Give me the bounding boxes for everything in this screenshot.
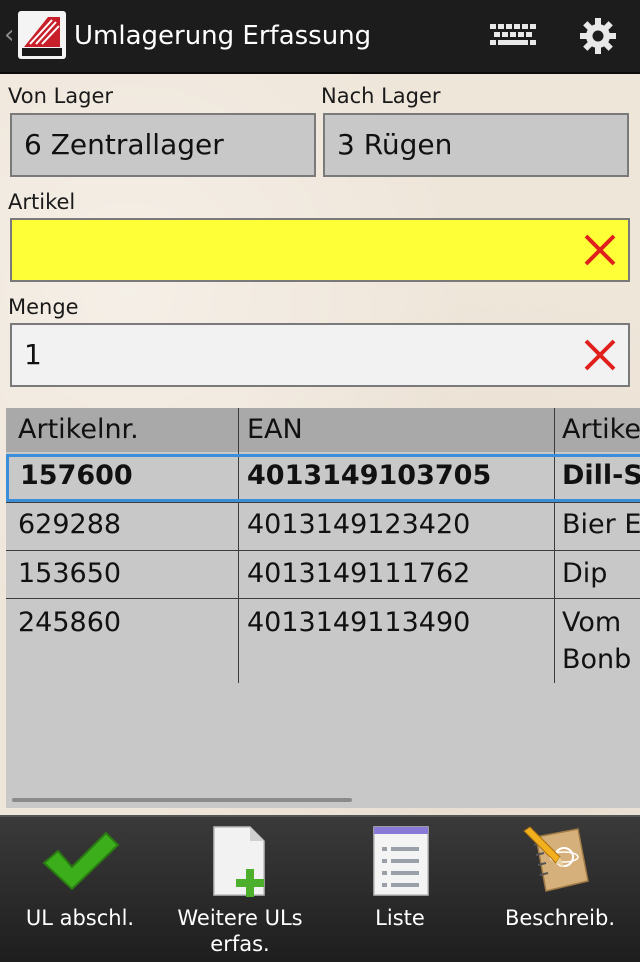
artikel-label: Artikel [8,190,76,214]
app-logo[interactable] [18,11,66,59]
beschreibung-button[interactable]: Beschreib. [480,817,640,962]
cosys-logo-icon [22,17,62,56]
beschreibung-label: Beschreib. [504,906,616,930]
new-document-icon [213,826,265,897]
cell-ean: 4013149111762 [247,558,471,589]
header-artikelnr[interactable]: Artikelnr. [18,414,139,445]
menge-input-value: 1 [24,338,42,371]
table-header: Artikelnr. EAN Artikel [6,408,640,452]
cell-ean: 4013149103705 [247,460,492,491]
articles-table[interactable]: Artikelnr. EAN Artikel 157600 4013149103… [6,408,640,808]
cell-artikel-line2: Bonb [562,644,632,675]
cell-artikelnr: 153650 [18,558,122,589]
cell-artikel: Dip [562,558,608,589]
list-document-icon [373,826,429,896]
page-title: Umlagerung Erfassung [74,21,372,51]
liste-label: Liste [375,906,425,930]
ul-abschliessen-label: UL abschl. [25,906,135,930]
von-lager-label: Von Lager [8,84,114,108]
clear-menge-icon[interactable] [580,335,620,375]
cell-artikelnr: 157600 [20,460,133,491]
header-artikel[interactable]: Artikel [562,414,640,445]
clear-artikel-icon[interactable] [580,230,620,270]
cell-artikelnr: 629288 [18,509,122,540]
weitere-uls-label-line2: erfas. [210,932,270,956]
weitere-uls-label: Weitere ULs erfas. [160,905,320,957]
von-lager-field[interactable]: 6 Zentrallager [10,113,316,177]
cell-artikel: Bier E [562,509,640,540]
nach-lager-label: Nach Lager [321,84,441,108]
weitere-uls-label-line1: Weitere ULs [177,906,303,930]
nach-lager-field[interactable]: 3 Rügen [323,113,629,177]
artikel-input[interactable] [10,218,630,282]
weitere-uls-button[interactable]: Weitere ULs erfas. [160,817,320,962]
header-ean[interactable]: EAN [247,414,303,445]
ul-abschliessen-button[interactable]: UL abschl. [0,817,160,962]
cell-ean: 4013149113490 [247,607,471,638]
menge-input[interactable]: 1 [10,323,630,387]
bottom-action-bar: UL abschl. Weitere ULs erfas. Liste Besc… [0,815,640,962]
checkmark-icon [42,831,120,891]
liste-button[interactable]: Liste [320,817,480,962]
back-caret-icon[interactable]: ‹ [4,20,14,50]
cell-artikelnr: 245860 [18,607,122,638]
keyboard-icon[interactable] [488,20,540,52]
notebook-pencil-icon [523,826,589,892]
settings-gear-icon[interactable] [578,16,618,56]
cell-artikel-line1: Vom [562,607,622,638]
cell-artikel: Dill-S [562,460,640,491]
horizontal-scrollbar[interactable] [12,798,352,802]
action-bar: ‹ Umlagerung Erfassung [0,0,640,74]
menge-label: Menge [8,295,79,319]
cell-ean: 4013149123420 [247,509,471,540]
